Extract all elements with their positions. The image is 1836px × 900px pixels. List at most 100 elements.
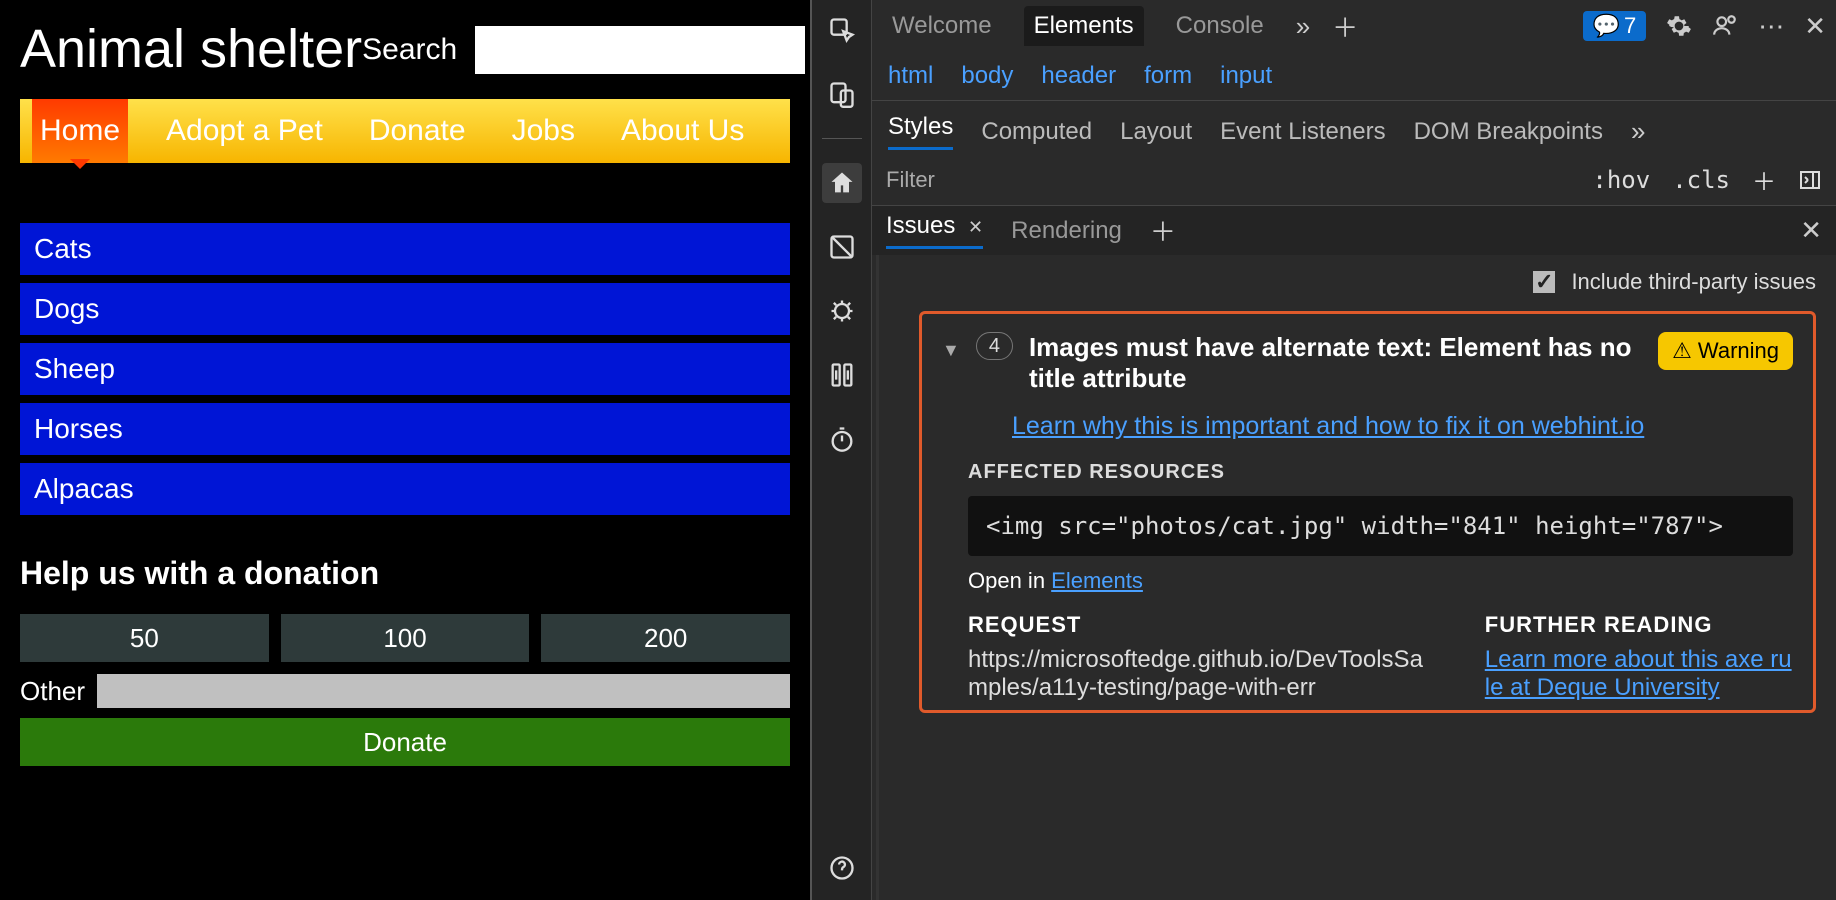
chat-icon: 💬 [1593,13,1620,39]
category-horses[interactable]: Horses [20,403,790,455]
crumb-header[interactable]: header [1041,62,1116,90]
other-amount-input[interactable] [97,674,790,708]
learn-more-link[interactable]: Learn why this is important and how to f… [1012,412,1793,441]
third-party-label: Include third-party issues [1571,269,1816,294]
request-url[interactable]: https://microsoftedge.github.io/DevTools… [968,646,1425,702]
help-icon[interactable] [822,848,862,888]
amount-50[interactable]: 50 [20,614,269,662]
nav-donate[interactable]: Donate [361,114,474,148]
open-in-elements-link[interactable]: Elements [1051,568,1143,593]
close-issues-tab-icon[interactable]: ✕ [968,217,983,237]
category-cats[interactable]: Cats [20,223,790,275]
checkbox-checked-icon[interactable]: ✓ [1533,271,1555,293]
device-icon[interactable] [822,74,862,114]
other-label: Other [20,676,85,707]
drawer-add-tab-icon[interactable]: ＋ [1150,212,1176,249]
issue-head[interactable]: ▼ 4 Images must have alternate text: Ele… [942,332,1793,394]
site-title: Animal shelter [20,20,362,79]
affected-resources-label: AFFECTED RESOURCES [968,461,1793,484]
subtab-layout[interactable]: Layout [1120,118,1192,146]
donate-button[interactable]: Donate [20,718,790,766]
new-rule-icon[interactable]: ＋ [1752,162,1776,197]
website-pane: Animal shelter Search go Home Adopt a Pe… [0,0,810,900]
nav-adopt[interactable]: Adopt a Pet [158,114,331,148]
sidebar-divider [822,138,862,139]
issues-body: ✓ Include third-party issues ▼ 4 Images … [876,255,1836,900]
add-tab-icon[interactable]: ＋ [1332,8,1358,45]
stopwatch-icon[interactable] [822,419,862,459]
cls-toggle[interactable]: .cls [1672,166,1730,194]
category-alpacas[interactable]: Alpacas [20,463,790,515]
bug-icon[interactable] [822,291,862,331]
warning-badge: ⚠ Warning [1658,332,1793,370]
crumb-input[interactable]: input [1220,62,1272,90]
styles-tabs: Styles Computed Layout Event Listeners D… [872,101,1836,154]
category-list: Cats Dogs Sheep Horses Alpacas [20,223,790,515]
home-icon[interactable] [822,163,862,203]
crumb-form[interactable]: form [1144,62,1192,90]
tab-welcome[interactable]: Welcome [882,6,1002,46]
styles-filter-row: Filter :hov .cls ＋ [872,154,1836,206]
search-label: Search [362,33,457,67]
issue-count-badge: 4 [976,332,1013,360]
devtools-top-tabs: Welcome Elements Console » ＋ 💬 7 ⋯ ✕ [872,0,1836,52]
subtab-styles[interactable]: Styles [888,113,953,150]
search-input[interactable] [475,26,805,74]
amount-100[interactable]: 100 [281,614,530,662]
drawer-tab-issues[interactable]: Issues ✕ [886,212,983,249]
drawer-tab-issues-label: Issues [886,212,955,239]
nav-home[interactable]: Home [32,99,128,163]
subtab-dombreakpoints[interactable]: DOM Breakpoints [1414,118,1603,146]
filter-input[interactable]: Filter [886,167,935,193]
collapse-icon[interactable]: ▼ [942,340,960,361]
other-row: Other [20,674,790,708]
warning-icon: ⚠ [1672,338,1692,364]
drawer-tab-rendering[interactable]: Rendering [1011,217,1122,245]
crumb-body[interactable]: body [961,62,1013,90]
issues-count: 7 [1624,13,1636,39]
affected-code: <img src="photos/cat.jpg" width="841" he… [968,496,1793,556]
drawer-close-icon[interactable]: ✕ [1800,215,1822,246]
further-label: FURTHER READING [1485,612,1793,638]
issues-badge[interactable]: 💬 7 [1583,11,1647,41]
request-column: REQUEST https://microsoftedge.github.io/… [968,612,1425,702]
more-subtabs-icon[interactable]: » [1631,116,1645,147]
donation-heading: Help us with a donation [20,555,790,592]
inspect-icon[interactable] [822,10,862,50]
tab-elements[interactable]: Elements [1024,6,1144,46]
category-dogs[interactable]: Dogs [20,283,790,335]
top-right-tools: 💬 7 ⋯ ✕ [1583,11,1826,42]
third-party-toggle[interactable]: ✓ Include third-party issues [919,269,1816,295]
crumb-html[interactable]: html [888,62,933,90]
donation-section: Help us with a donation 50 100 200 Other… [20,555,790,766]
warning-label: Warning [1698,338,1779,364]
open-in-prefix: Open in [968,568,1051,593]
sidebar-toggle-icon[interactable] [1798,168,1822,192]
further-reading-link[interactable]: Learn more about this axe rule at Deque … [1485,646,1792,701]
transfer-icon[interactable] [822,355,862,395]
main-nav: Home Adopt a Pet Donate Jobs About Us [20,99,790,163]
category-sheep[interactable]: Sheep [20,343,790,395]
subtab-eventlisteners[interactable]: Event Listeners [1220,118,1385,146]
more-icon[interactable]: ⋯ [1758,11,1784,42]
close-devtools-icon[interactable]: ✕ [1804,11,1826,42]
devtools-sidebar [812,0,872,900]
subtab-computed[interactable]: Computed [981,118,1092,146]
nav-about[interactable]: About Us [613,114,752,148]
hov-toggle[interactable]: :hov [1592,166,1650,194]
styles-tools: :hov .cls ＋ [1592,162,1822,197]
devtools-pane: Welcome Elements Console » ＋ 💬 7 ⋯ ✕ [810,0,1836,900]
drawer-tabs: Issues ✕ Rendering ＋ ✕ [872,206,1836,255]
feedback-icon[interactable] [1712,13,1738,39]
devtools-main: Welcome Elements Console » ＋ 💬 7 ⋯ ✕ [872,0,1836,900]
tab-console[interactable]: Console [1166,6,1274,46]
amount-200[interactable]: 200 [541,614,790,662]
nav-jobs[interactable]: Jobs [504,114,583,148]
more-tabs-icon[interactable]: » [1296,11,1310,42]
site-header: Animal shelter Search go [20,0,790,99]
issue-panel: ▼ 4 Images must have alternate text: Ele… [919,311,1816,713]
image-off-icon[interactable] [822,227,862,267]
search-form: Search go [362,26,884,74]
amount-row: 50 100 200 [20,614,790,662]
settings-icon[interactable] [1666,13,1692,39]
